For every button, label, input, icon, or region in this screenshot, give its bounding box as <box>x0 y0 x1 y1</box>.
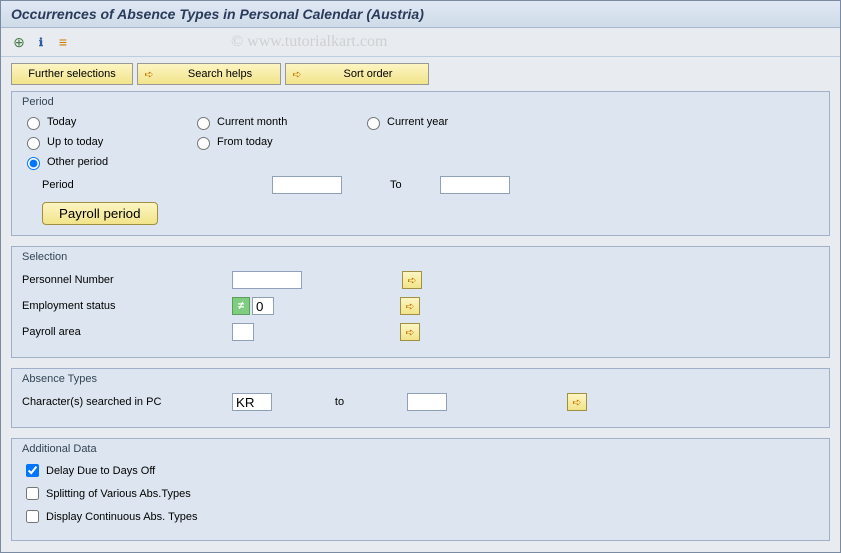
selection-group: Selection Personnel Number ➪ Employment … <box>11 246 830 358</box>
pernr-input[interactable] <box>232 271 302 289</box>
search-helps-button[interactable]: Search helps <box>160 64 280 84</box>
period-group: Period Today Current month Current year … <box>11 91 830 236</box>
page-title: Occurrences of Absence Types in Personal… <box>1 1 840 28</box>
radio-current-month-label: Current month <box>217 116 287 128</box>
radio-from-today-label: From today <box>217 136 273 148</box>
further-selections-button[interactable]: Further selections <box>12 64 132 84</box>
split-label: Splitting of Various Abs.Types <box>46 488 191 500</box>
not-equal-icon[interactable]: ≠ <box>232 297 250 315</box>
multi-select-icon[interactable]: ➪ <box>402 271 422 289</box>
cont-checkbox[interactable]: Display Continuous Abs. Types <box>22 507 819 526</box>
variant-icon[interactable] <box>55 34 71 50</box>
char-to-input[interactable] <box>407 393 447 411</box>
radio-today-label: Today <box>47 116 76 128</box>
payarea-label: Payroll area <box>22 326 232 338</box>
selection-button-row: Further selections ➪ Search helps ➪ Sort… <box>1 57 840 91</box>
multi-select-icon[interactable]: ➪ <box>400 323 420 341</box>
payarea-input[interactable] <box>232 323 254 341</box>
radio-up-to-today-label: Up to today <box>47 136 103 148</box>
empstat-label: Employment status <box>22 300 232 312</box>
radio-other-period[interactable]: Other period <box>22 154 192 170</box>
app-toolbar: ℹ <box>1 28 840 57</box>
period-to-label: To <box>390 179 440 191</box>
delay-label: Delay Due to Days Off <box>46 465 155 477</box>
radio-other-period-label: Other period <box>47 156 108 168</box>
additional-group-title: Additional Data <box>22 443 819 455</box>
multi-select-icon[interactable]: ➪ <box>567 393 587 411</box>
empstat-input[interactable] <box>252 297 274 315</box>
period-group-title: Period <box>22 96 819 108</box>
multi-select-icon[interactable]: ➪ <box>400 297 420 315</box>
arrow-right-icon[interactable]: ➪ <box>286 64 308 84</box>
abstypes-group-title: Absence Types <box>22 373 819 385</box>
radio-from-today[interactable]: From today <box>192 134 362 150</box>
selection-group-title: Selection <box>22 251 819 263</box>
period-from-input[interactable] <box>272 176 342 194</box>
absence-types-group: Absence Types Character(s) searched in P… <box>11 368 830 428</box>
execute-icon[interactable] <box>11 34 27 50</box>
radio-current-year[interactable]: Current year <box>362 114 532 130</box>
radio-today[interactable]: Today <box>22 114 192 130</box>
delay-checkbox[interactable]: Delay Due to Days Off <box>22 461 819 480</box>
info-icon[interactable]: ℹ <box>33 34 49 50</box>
char-from-input[interactable] <box>232 393 272 411</box>
sort-order-button[interactable]: Sort order <box>308 64 428 84</box>
arrow-right-icon[interactable]: ➪ <box>138 64 160 84</box>
radio-current-year-label: Current year <box>387 116 448 128</box>
period-from-label: Period <box>42 179 272 191</box>
split-checkbox[interactable]: Splitting of Various Abs.Types <box>22 484 819 503</box>
char-to-label: to <box>272 396 407 408</box>
char-search-label: Character(s) searched in PC <box>22 396 232 408</box>
payroll-period-button[interactable]: Payroll period <box>42 202 158 225</box>
radio-current-month[interactable]: Current month <box>192 114 362 130</box>
additional-data-group: Additional Data Delay Due to Days Off Sp… <box>11 438 830 541</box>
pernr-label: Personnel Number <box>22 274 232 286</box>
radio-up-to-today[interactable]: Up to today <box>22 134 192 150</box>
period-to-input[interactable] <box>440 176 510 194</box>
cont-label: Display Continuous Abs. Types <box>46 511 197 523</box>
